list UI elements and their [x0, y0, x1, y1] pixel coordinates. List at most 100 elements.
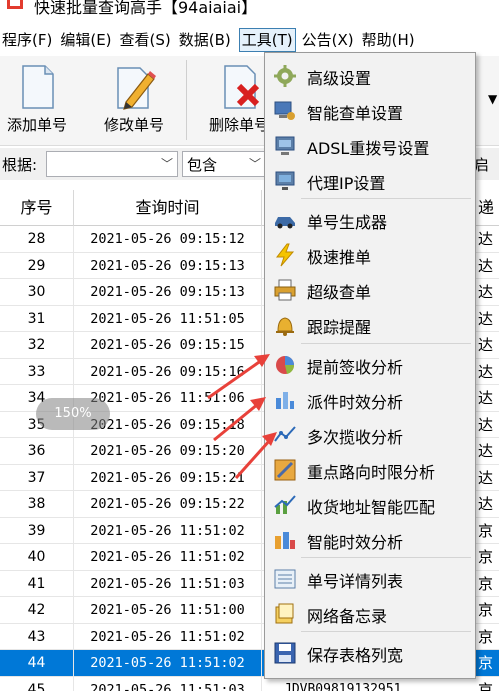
tools-menu-item[interactable]: ADSL重拨号设置 [265, 129, 475, 163]
cell-seq: 45 [0, 676, 74, 691]
cell-carrier: 达 [478, 362, 494, 381]
proxy-server-icon [273, 169, 297, 193]
cell-seq: 31 [0, 305, 74, 332]
tools-menu-item[interactable]: 单号生成器 [265, 203, 475, 237]
printer-icon [273, 278, 297, 302]
cell-carrier: 达 [478, 309, 494, 328]
tools-menu-item[interactable]: 极速推单 [265, 238, 475, 272]
cell-query-time: 2021-05-26 09:15:16 [74, 358, 262, 385]
tools-menu-item-label: 网络备忘录 [307, 607, 388, 626]
cell-seq: 38 [0, 491, 74, 517]
cell-query-time: 2021-05-26 09:15:21 [74, 464, 262, 491]
gear-icon [273, 64, 297, 88]
tools-menu-item[interactable]: 网络备忘录 [265, 597, 475, 631]
filter-right-text: 启 [474, 156, 490, 174]
smart-analysis-icon [273, 528, 297, 552]
tools-menu-item-label: 高级设置 [307, 69, 372, 88]
tools-menu-item[interactable]: 单号详情列表 [265, 562, 475, 596]
menu-help[interactable]: 帮助(H) [360, 28, 417, 52]
tools-menu-item[interactable]: 重点路向时限分析 [265, 453, 475, 487]
cell-query-time: 2021-05-26 11:51:02 [74, 544, 262, 570]
cell-query-time: 2021-05-26 11:51:02 [74, 623, 262, 650]
edit-tracking-label: 修改单号 [103, 116, 164, 134]
cell-query-time: 2021-05-26 11:51:05 [74, 305, 262, 332]
tools-menu-item[interactable]: 派件时效分析 [265, 383, 475, 417]
filter-by-label: 根据: [2, 156, 38, 174]
cell-carrier: 达 [478, 468, 494, 487]
menu-announcement[interactable]: 公告(X) [300, 28, 356, 52]
tools-menu-item[interactable]: 保存表格列宽 [265, 636, 475, 670]
tools-menu-item-label: 超级查单 [307, 283, 372, 302]
cell-query-time: 2021-05-26 09:15:20 [74, 438, 262, 464]
tools-menu-item-label: 保存表格列宽 [307, 646, 404, 665]
cell-carrier: 京 [478, 654, 494, 672]
column-header-seq[interactable]: 序号 [0, 190, 74, 226]
tools-menu-item-label: 代理IP设置 [307, 174, 386, 193]
cell-carrier: 达 [478, 256, 494, 275]
toolbar-overflow-icon[interactable]: ▼ [488, 92, 497, 106]
menu-bar: 程序(F) 编辑(E) 查看(S) 数据(B) 工具(T) 公告(X) 帮助(H… [0, 26, 499, 54]
tools-menu-item-label: 极速推单 [307, 248, 372, 267]
add-tracking-button[interactable]: 添加单号 [0, 62, 74, 142]
tools-menu-item[interactable]: 跟踪提醒 [265, 308, 475, 342]
menu-separator [301, 198, 471, 199]
tools-menu-item-label: 智能时效分析 [307, 533, 404, 552]
filter-condition-select[interactable]: 包含 ﹀ [182, 151, 266, 177]
tools-menu-item-label: 单号生成器 [307, 213, 388, 232]
cell-carrier: 京 [478, 601, 494, 619]
column-header-query-time[interactable]: 查询时间 [74, 190, 262, 226]
cell-query-time: 2021-05-26 09:15:13 [74, 279, 262, 305]
tools-menu-item-label: 单号详情列表 [307, 572, 404, 591]
tools-menu-item-label: 收货地址智能匹配 [307, 498, 436, 517]
list-icon [273, 567, 297, 591]
bar-chart-icon [273, 388, 297, 412]
tools-menu-item[interactable]: 提前签收分析 [265, 348, 475, 382]
cell-query-time: 2021-05-26 09:15:15 [74, 332, 262, 358]
filter-field-select[interactable]: ﹀ [46, 151, 178, 177]
tools-menu-item[interactable]: 高级设置 [265, 59, 475, 93]
cell-carrier: 京 [478, 574, 494, 593]
tools-menu-item-label: 重点路向时限分析 [307, 463, 436, 482]
save-icon [273, 641, 297, 665]
tools-menu-item[interactable]: 收货地址智能匹配 [265, 488, 475, 522]
cell-carrier: 达 [478, 389, 494, 407]
cell-seq: 39 [0, 517, 74, 544]
tools-menu-item[interactable]: 多次揽收分析 [265, 418, 475, 452]
line-chart-icon [273, 423, 297, 447]
cell-seq: 44 [0, 650, 74, 676]
edit-tracking-button[interactable]: 修改单号 [96, 62, 172, 142]
lightning-icon [273, 243, 297, 267]
computer-settings-icon [273, 99, 297, 123]
menu-separator [301, 343, 471, 344]
trend-chart-icon [273, 493, 297, 517]
delete-document-icon [217, 64, 261, 110]
bell-icon [273, 313, 297, 337]
tools-menu-item[interactable]: 智能时效分析 [265, 523, 475, 557]
car-icon [273, 208, 297, 232]
cell-carrier: 达 [478, 283, 494, 301]
tools-menu-item-label: 跟踪提醒 [307, 318, 372, 337]
cell-carrier: 京 [478, 627, 494, 646]
menu-tools[interactable]: 工具(T) [238, 28, 296, 52]
cell-seq: 36 [0, 438, 74, 464]
cell-query-time: 2021-05-26 11:51:03 [74, 676, 262, 691]
memo-icon [273, 602, 297, 626]
tools-menu-item[interactable]: 超级查单 [265, 273, 475, 307]
menu-view[interactable]: 查看(S) [118, 28, 173, 52]
cell-seq: 32 [0, 332, 74, 358]
cell-carrier: 京 [478, 521, 494, 540]
cell-seq: 42 [0, 597, 74, 623]
tools-menu-item[interactable]: 智能查单设置 [265, 94, 475, 128]
menu-data[interactable]: 数据(B) [177, 28, 233, 52]
tools-menu-item-label: 派件时效分析 [307, 393, 404, 412]
cell-carrier: 达 [478, 442, 494, 460]
cell-seq: 28 [0, 226, 74, 252]
menu-program[interactable]: 程序(F) [0, 28, 54, 52]
menu-edit[interactable]: 编辑(E) [58, 28, 113, 52]
tools-menu-item[interactable]: 代理IP设置 [265, 164, 475, 198]
cell-seq: 41 [0, 570, 74, 597]
cell-query-time: 2021-05-26 09:15:12 [74, 226, 262, 252]
tools-menu-item-label: 多次揽收分析 [307, 428, 404, 447]
column-header-carrier[interactable]: 递 [474, 190, 499, 226]
cell-carrier: 达 [478, 336, 494, 354]
